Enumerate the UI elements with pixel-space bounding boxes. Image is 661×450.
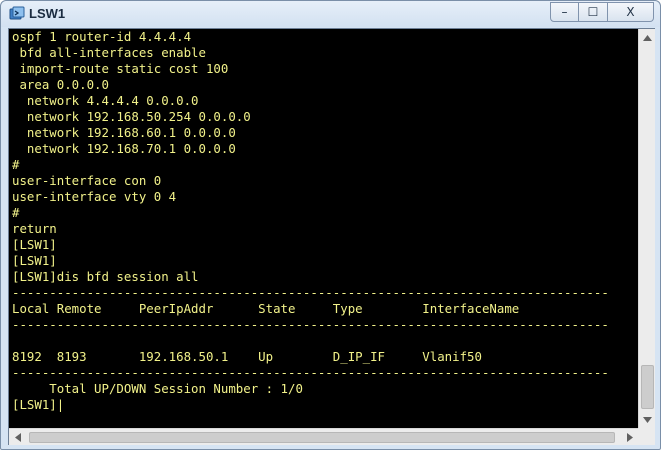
command-prompt[interactable]: [LSW1]| <box>12 397 64 413</box>
window-controls: – ☐ X <box>550 2 654 22</box>
terminal-line: return <box>12 221 57 236</box>
scroll-right-button[interactable] <box>621 429 638 446</box>
minimize-button[interactable]: – <box>550 2 579 22</box>
arrow-left-icon <box>14 433 21 442</box>
terminal-line: network 192.168.60.1 0.0.0.0 <box>12 125 236 140</box>
minimize-icon: – <box>561 5 568 19</box>
terminal-line: [LSW1] <box>12 253 57 268</box>
terminal-line: import-route static cost 100 <box>12 61 229 76</box>
maximize-icon: ☐ <box>587 5 599 19</box>
terminal-line: bfd all-interfaces enable <box>12 45 206 60</box>
close-icon: X <box>626 5 635 19</box>
bfd-table-header: Local Remote PeerIpAddr State Type Inter… <box>12 301 520 316</box>
terminal-line: # <box>12 205 20 220</box>
arrow-up-icon <box>643 34 652 41</box>
terminal-line: network 192.168.50.254 0.0.0.0 <box>12 109 251 124</box>
terminal-console[interactable]: ospf 1 router-id 4.4.4.4 bfd all-interfa… <box>9 29 638 428</box>
prompt-text: [LSW1] <box>12 397 57 412</box>
terminal-client-area: ospf 1 router-id 4.4.4.4 bfd all-interfa… <box>8 28 655 445</box>
session-total-summary: Total UP/DOWN Session Number : 1/0 <box>12 381 303 396</box>
window-title: LSW1 <box>29 6 66 21</box>
text-cursor: | <box>56 397 65 412</box>
horizontal-scrollbar[interactable] <box>9 428 638 445</box>
terminal-app-icon <box>9 6 25 20</box>
maximize-button[interactable]: ☐ <box>579 2 608 22</box>
terminal-line: ospf 1 router-id 4.4.4.4 <box>12 29 192 44</box>
terminal-window: LSW1 – ☐ X ospf 1 router-id 4.4.4.4 bfd … <box>0 0 661 450</box>
terminal-line: area 0.0.0.0 <box>12 77 109 92</box>
scroll-down-button[interactable] <box>639 411 656 428</box>
terminal-separator: ----------------------------------------… <box>12 365 609 380</box>
scroll-up-button[interactable] <box>639 29 656 46</box>
bfd-session-row: 8192 8193 192.168.50.1 Up D_IP_IF Vlanif… <box>12 349 482 364</box>
vertical-scroll-thumb[interactable] <box>641 365 654 409</box>
terminal-separator: ----------------------------------------… <box>12 285 609 300</box>
arrow-right-icon <box>626 433 633 442</box>
horizontal-scroll-thumb[interactable] <box>29 432 615 443</box>
arrow-down-icon <box>643 416 652 423</box>
terminal-line: [LSW1]dis bfd session all <box>12 269 199 284</box>
scrollbar-corner <box>638 428 655 445</box>
terminal-separator: ----------------------------------------… <box>12 317 609 332</box>
terminal-line: network 192.168.70.1 0.0.0.0 <box>12 141 236 156</box>
terminal-line: user-interface con 0 <box>12 173 162 188</box>
terminal-line: network 4.4.4.4 0.0.0.0 <box>12 93 199 108</box>
close-button[interactable]: X <box>608 2 654 22</box>
scroll-left-button[interactable] <box>9 429 26 446</box>
terminal-line: user-interface vty 0 4 <box>12 189 177 204</box>
terminal-line: # <box>12 157 20 172</box>
vertical-scrollbar[interactable] <box>638 29 655 428</box>
terminal-line: [LSW1] <box>12 237 57 252</box>
title-bar[interactable]: LSW1 – ☐ X <box>1 1 660 27</box>
